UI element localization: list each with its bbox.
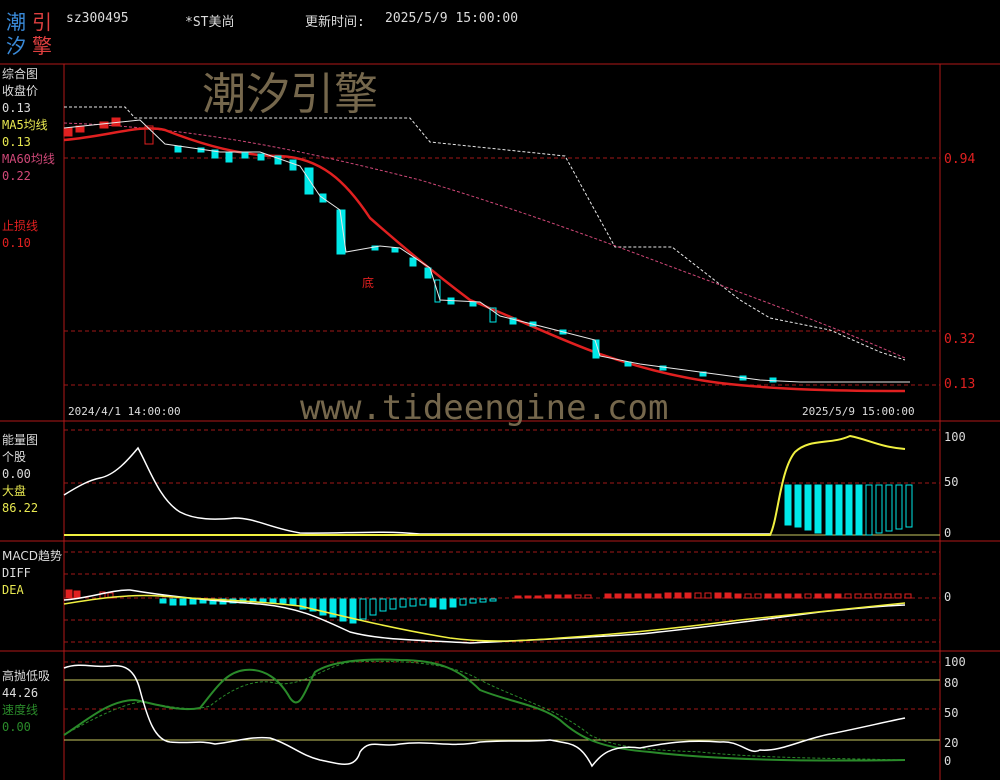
energy-panel-title: 能量图 xyxy=(2,433,39,447)
energy-panel-legend: 能量图 个股 0.00 大盘 86.22 xyxy=(2,432,38,517)
macd-cyan-bars xyxy=(159,598,497,624)
ma5-label: MA5均线 xyxy=(2,118,48,132)
dea-label: DEA xyxy=(2,583,24,597)
osc-axis-50: 50 xyxy=(944,706,959,720)
macd-red-bars-right xyxy=(514,592,912,599)
stop-loss-label: 止损线 xyxy=(2,219,39,233)
ma5-line xyxy=(63,127,906,393)
macd-axis-0: 0 xyxy=(944,590,952,604)
oscillator-panel-legend: 高抛低吸 44.26 速度线 0.00 xyxy=(2,668,50,736)
energy-bars xyxy=(784,484,913,536)
watermark-title: 潮汐引擎 xyxy=(202,69,378,120)
price-axis-094: 0.94 xyxy=(944,152,976,167)
grid-lines xyxy=(64,157,940,710)
oscillator-panel-title: 高抛低吸 xyxy=(2,669,51,683)
market-energy-line xyxy=(64,434,906,536)
end-date: 2025/5/9 15:00:00 xyxy=(802,405,915,418)
osc-axis-100: 100 xyxy=(944,655,966,669)
speed-dashed-line xyxy=(63,660,906,761)
close-value: 0.13 xyxy=(2,101,31,115)
stock-energy-line xyxy=(63,446,770,535)
close-label: 收盘价 xyxy=(2,84,39,98)
speed-value: 0.00 xyxy=(2,720,31,734)
speed-line xyxy=(63,658,906,762)
ma60-label: MA60均线 xyxy=(2,152,55,166)
market-energy-label: 大盘 xyxy=(2,484,27,498)
energy-axis-50: 50 xyxy=(944,475,959,489)
main-panel-legend: 综合图 收盘价 0.13 MA5均线 0.13 MA60均线 0.22 xyxy=(2,66,55,185)
start-date: 2024/4/1 14:00:00 xyxy=(68,405,181,418)
stock-energy-label: 个股 xyxy=(2,450,27,464)
osc-axis-0: 0 xyxy=(944,754,952,768)
energy-axis-100: 100 xyxy=(944,430,966,444)
bottom-marker: 底 xyxy=(362,276,375,290)
price-axis-032: 0.32 xyxy=(944,332,976,347)
osc-axis-20: 20 xyxy=(944,736,959,750)
stop-loss-line xyxy=(64,106,906,361)
main-panel-title: 综合图 xyxy=(2,67,39,81)
ma5-value: 0.13 xyxy=(2,135,31,149)
price-axis-013: 0.13 xyxy=(944,377,976,392)
macd-panel-title: MACD趋势 xyxy=(2,549,62,563)
diff-label: DIFF xyxy=(2,566,31,580)
watermark-url: www.tideengine.com xyxy=(300,388,669,428)
market-energy-value: 86.22 xyxy=(2,501,39,515)
osc-axis-80: 80 xyxy=(944,676,959,690)
energy-axis-0: 0 xyxy=(944,526,952,540)
stock-energy-value: 0.00 xyxy=(2,467,31,481)
oscillator-value: 44.26 xyxy=(2,686,39,700)
stop-loss-legend: 止损线 0.10 xyxy=(2,218,38,252)
speed-label: 速度线 xyxy=(2,703,39,717)
ma60-value: 0.22 xyxy=(2,169,31,183)
macd-panel-legend: MACD趋势 DIFF DEA xyxy=(2,548,62,599)
stop-loss-value: 0.10 xyxy=(2,236,31,250)
close-price-line xyxy=(63,119,910,383)
